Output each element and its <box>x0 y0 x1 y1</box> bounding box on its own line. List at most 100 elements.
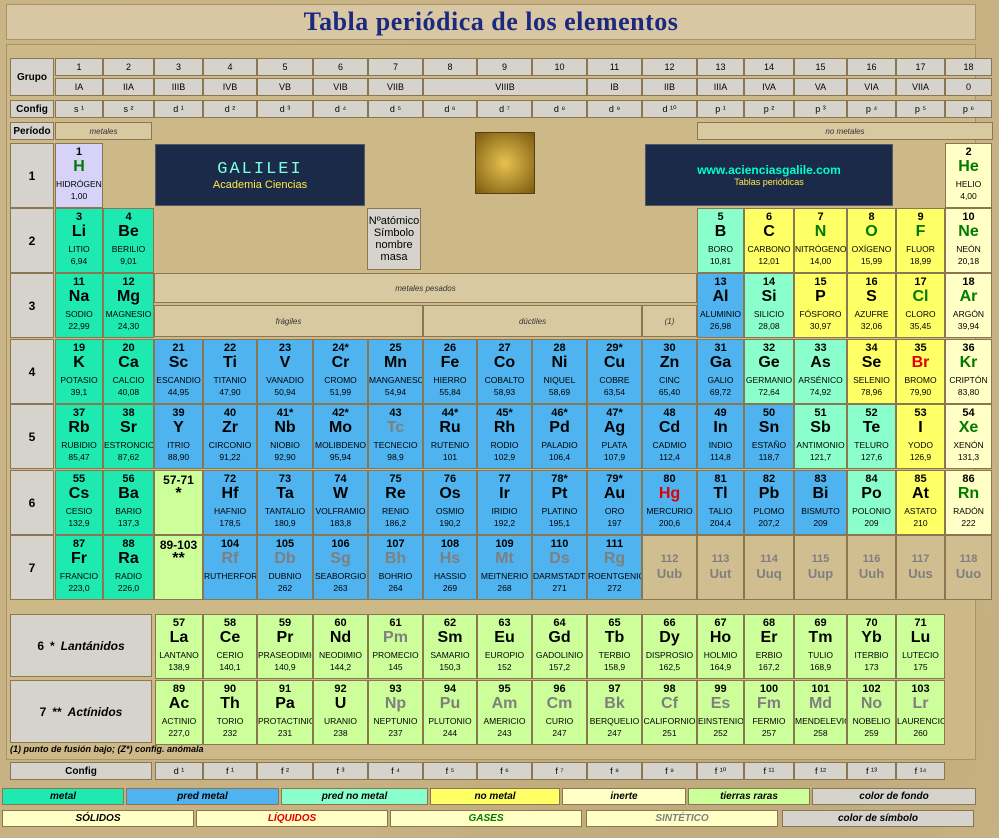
element-mt[interactable]: 109 Mt MEITNERIO 268 <box>477 535 532 600</box>
element-ag[interactable]: 47* Ag PLATA 107,9 <box>587 404 642 469</box>
element-uus[interactable]: 117 Uus <box>896 535 945 600</box>
element-uub[interactable]: 112 Uub <box>642 535 697 600</box>
element-co[interactable]: 27 Co COBALTO 58,93 <box>477 339 532 404</box>
element-ge[interactable]: 32 Ge GERMANIO 72,64 <box>744 339 794 404</box>
element-cu[interactable]: 29* Cu COBRE 63,54 <box>587 339 642 404</box>
element-pb[interactable]: 82 Pb PLOMO 207,2 <box>744 470 794 535</box>
element-cl[interactable]: 17 Cl CLORO 35,45 <box>896 273 945 338</box>
element-zr[interactable]: 40 Zr CIRCONIO 91,22 <box>203 404 257 469</box>
element-cm[interactable]: 96 Cm CURIO 247 <box>532 680 587 745</box>
element-dy[interactable]: 66 Dy DISPROSIO 162,5 <box>642 614 697 679</box>
element-uuo[interactable]: 118 Uuo <box>945 535 992 600</box>
element-ta[interactable]: 73 Ta TANTALIO 180,9 <box>257 470 313 535</box>
element-th[interactable]: 90 Th TORIO 232 <box>203 680 257 745</box>
element-uuh[interactable]: 116 Uuh <box>847 535 896 600</box>
element-tm[interactable]: 69 Tm TULIO 168,9 <box>794 614 847 679</box>
element-pd[interactable]: 46* Pd PALADIO 106,4 <box>532 404 587 469</box>
element-k[interactable]: 19 K POTASIO 39,1 <box>55 339 103 404</box>
element-sg[interactable]: 106 Sg SEABORGIO 263 <box>313 535 368 600</box>
element-mg[interactable]: 12 Mg MAGNESIO 24,30 <box>103 273 154 338</box>
element-cs[interactable]: 55 Cs CESIO 132,9 <box>55 470 103 535</box>
element-mo[interactable]: 42* Mo MOLIBDENO 95,94 <box>313 404 368 469</box>
element-uup[interactable]: 115 Uup <box>794 535 847 600</box>
element-po[interactable]: 84 Po POLONIO 209 <box>847 470 896 535</box>
element-hs[interactable]: 108 Hs HASSIO 269 <box>423 535 477 600</box>
element-bi[interactable]: 83 Bi BISMUTO 209 <box>794 470 847 535</box>
element-fm[interactable]: 100 Fm FERMIO 257 <box>744 680 794 745</box>
element-lr[interactable]: 103 Lr LAURENCIO 260 <box>896 680 945 745</box>
element-fr[interactable]: 87 Fr FRANCIO 223,0 <box>55 535 103 600</box>
element-gd[interactable]: 64 Gd GADOLINIO 157,2 <box>532 614 587 679</box>
element-ho[interactable]: 67 Ho HOLMIO 164,9 <box>697 614 744 679</box>
element-am[interactable]: 95 Am AMERICIO 243 <box>477 680 532 745</box>
element-no[interactable]: 102 No NOBELIO 259 <box>847 680 896 745</box>
element-ti[interactable]: 22 Ti TITANIO 47,90 <box>203 339 257 404</box>
element-he[interactable]: 2 He HELIO 4,00 <box>945 143 992 208</box>
element-ce[interactable]: 58 Ce CERIO 140,1 <box>203 614 257 679</box>
element-v[interactable]: 23 V VANADIO 50,94 <box>257 339 313 404</box>
element-i[interactable]: 53 I YODO 126,9 <box>896 404 945 469</box>
element-ni[interactable]: 28 Ni NIQUEL 58,69 <box>532 339 587 404</box>
element-cr[interactable]: 24* Cr CROMO 51,99 <box>313 339 368 404</box>
element-bh[interactable]: 107 Bh BOHRIO 264 <box>368 535 423 600</box>
element-ac[interactable]: 89 Ac ACTINIO 227,0 <box>155 680 203 745</box>
element-li[interactable]: 3 Li LITIO 6,94 <box>55 208 103 273</box>
element-o[interactable]: 8 O OXÍGENO 15,99 <box>847 208 896 273</box>
element-nb[interactable]: 41* Nb NIOBIO 92,90 <box>257 404 313 469</box>
element-br[interactable]: 35 Br BROMO 79,90 <box>896 339 945 404</box>
element-cd[interactable]: 48 Cd CADMIO 112,4 <box>642 404 697 469</box>
element-p[interactable]: 15 P FÓSFORO 30,97 <box>794 273 847 338</box>
element-sr[interactable]: 38 Sr ESTRONCIO 87,62 <box>103 404 154 469</box>
element-uuq[interactable]: 114 Uuq <box>744 535 794 600</box>
element-tl[interactable]: 81 Tl TALIO 204,4 <box>697 470 744 535</box>
element-na[interactable]: 11 Na SODIO 22,99 <box>55 273 103 338</box>
element-ir[interactable]: 77 Ir IRIDIO 192,2 <box>477 470 532 535</box>
element-hg[interactable]: 80 Hg MERCURIO 200,6 <box>642 470 697 535</box>
element-at[interactable]: 85 At ASTATO 210 <box>896 470 945 535</box>
element-ca[interactable]: 20 Ca CALCIO 40,08 <box>103 339 154 404</box>
element-rb[interactable]: 37 Rb RUBIDIO 85,47 <box>55 404 103 469</box>
lanthanide-placeholder[interactable]: 57-71 * <box>154 470 203 535</box>
element-rf[interactable]: 104Rf RUTHERFOR-DIO-261 <box>203 535 257 600</box>
element-ar[interactable]: 18 Ar ARGÓN 39,94 <box>945 273 992 338</box>
element-mn[interactable]: 25 Mn MANGANESO 54,94 <box>368 339 423 404</box>
element-f[interactable]: 9 F FLUOR 18,99 <box>896 208 945 273</box>
element-tb[interactable]: 65 Tb TERBIO 158,9 <box>587 614 642 679</box>
element-db[interactable]: 105 Db DUBNIO 262 <box>257 535 313 600</box>
element-cf[interactable]: 98 Cf CALIFORNIO 251 <box>642 680 697 745</box>
element-ru[interactable]: 44* Ru RUTENIO 101 <box>423 404 477 469</box>
element-rn[interactable]: 86 Rn RADÓN 222 <box>945 470 992 535</box>
element-pu[interactable]: 94 Pu PLUTONIO 244 <box>423 680 477 745</box>
element-ba[interactable]: 56 Ba BARIO 137,3 <box>103 470 154 535</box>
element-la[interactable]: 57 La LANTANO 138,9 <box>155 614 203 679</box>
element-pa[interactable]: 91 Pa PROTACTINIO 231 <box>257 680 313 745</box>
element-y[interactable]: 39 Y ITRIO 88,90 <box>154 404 203 469</box>
element-xe[interactable]: 54 Xe XENÓN 131,3 <box>945 404 992 469</box>
element-u[interactable]: 92 U URANIO 238 <box>313 680 368 745</box>
element-si[interactable]: 14 Si SILICIO 28,08 <box>744 273 794 338</box>
element-pm[interactable]: 61 Pm PROMECIO 145 <box>368 614 423 679</box>
element-re[interactable]: 75 Re RENIO 186,2 <box>368 470 423 535</box>
actinide-placeholder[interactable]: 89-103 ** <box>154 535 203 600</box>
element-c[interactable]: 6 C CARBONO 12,01 <box>744 208 794 273</box>
element-er[interactable]: 68 Er ERBIO 167,2 <box>744 614 794 679</box>
element-sb[interactable]: 51 Sb ANTIMONIO 121,7 <box>794 404 847 469</box>
element-sc[interactable]: 21 Sc ESCANDIO 44,95 <box>154 339 203 404</box>
element-ds[interactable]: 110Ds DARMSTADTIO 271 <box>532 535 587 600</box>
element-sm[interactable]: 62 Sm SAMARIO 150,3 <box>423 614 477 679</box>
element-ra[interactable]: 88 Ra RADIO 226,0 <box>103 535 154 600</box>
element-hf[interactable]: 72 Hf HAFNIO 178,5 <box>203 470 257 535</box>
element-n[interactable]: 7 N NITRÓGENO 14,00 <box>794 208 847 273</box>
element-zn[interactable]: 30 Zn CINC 65,40 <box>642 339 697 404</box>
element-sn[interactable]: 50 Sn ESTAÑO 118,7 <box>744 404 794 469</box>
element-rh[interactable]: 45* Rh RODIO 102,9 <box>477 404 532 469</box>
element-kr[interactable]: 36 Kr CRIPTÓN 83,80 <box>945 339 992 404</box>
element-rg[interactable]: 111 Rg ROENTGENIO 272 <box>587 535 642 600</box>
element-as[interactable]: 33 As ARSÉNICO 74,92 <box>794 339 847 404</box>
element-fe[interactable]: 26 Fe HIERRO 55,84 <box>423 339 477 404</box>
element-pr[interactable]: 59 Pr PRASEODIMIO 140,9 <box>257 614 313 679</box>
element-h[interactable]: 1H HIDRÓGENO 1,00 <box>55 143 103 208</box>
element-os[interactable]: 76 Os OSMIO 190,2 <box>423 470 477 535</box>
element-lu[interactable]: 71 Lu LUTECIO 175 <box>896 614 945 679</box>
element-yb[interactable]: 70 Yb ITERBIO 173 <box>847 614 896 679</box>
